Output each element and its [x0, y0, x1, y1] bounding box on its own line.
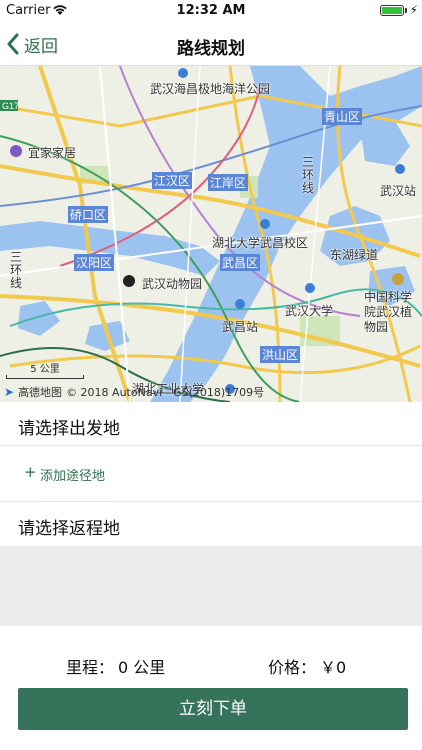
- map-logo-text: 高德地图: [18, 386, 63, 399]
- map-label-qiaokou: 硚口区: [68, 206, 109, 223]
- navigation-arrow-icon: ➤: [4, 385, 15, 399]
- map-label-hubeida: 湖北大学武昌校区: [212, 236, 309, 250]
- map-label-haiyang: 武汉海昌极地海洋公园: [150, 82, 271, 96]
- map-label-wuhanzhan: 武汉站: [380, 184, 417, 198]
- svg-text:G17: G17: [2, 101, 19, 111]
- map-label-dongtang: 东湖绿道: [330, 248, 379, 262]
- map-label-zoo: 武汉动物园: [142, 277, 203, 291]
- map-label-yijia: 宜家家居: [28, 146, 77, 160]
- return-location-placeholder: 请选择返程地: [18, 519, 120, 539]
- page-title: 路线规划: [177, 39, 245, 59]
- map-label-huanxian-west: 三环线: [10, 250, 23, 290]
- map-view[interactable]: G17 武汉海昌极地海洋公园 青山区 宜家家居 江汉区 江岸区 武汉站 硚口区 …: [0, 66, 422, 402]
- return-location-field[interactable]: 请选择返程地: [0, 502, 422, 546]
- map-label-hanyang: 汉阳区: [74, 254, 115, 271]
- mileage-label: 里程：: [66, 658, 115, 677]
- map-copyright: © 2018 AutoNavi - GS(2018)1709号: [66, 386, 265, 399]
- map-label-wuchangzhan: 武昌站: [222, 320, 259, 334]
- clock: 12:32 AM: [176, 3, 246, 18]
- place-order-button[interactable]: 立刻下单: [18, 688, 408, 730]
- map-label-huanxian-east: 三环线: [302, 155, 315, 195]
- spacer-area: [0, 546, 422, 626]
- map-label-whu: 武汉大学: [285, 304, 334, 318]
- status-bar: Carrier 12:32 AM ⚡: [0, 0, 422, 22]
- map-label-jiangan: 江岸区: [208, 174, 249, 191]
- battery-tip: [405, 8, 407, 13]
- plus-icon: +: [24, 463, 37, 481]
- add-waypoint-label: 添加途径地: [40, 469, 106, 484]
- navigation-bar: 返回 路线规划: [0, 22, 422, 66]
- map-attribution: ➤ 高德地图 © 2018 AutoNavi - GS(2018)1709号: [4, 384, 264, 400]
- scale-label: 5 公里: [30, 364, 60, 375]
- price-value: ￥0: [320, 658, 347, 677]
- price-display: 价格： ￥0: [268, 654, 346, 678]
- mileage-display: 里程： 0 公里: [66, 654, 165, 678]
- map-label-jianghan: 江汉区: [152, 172, 193, 189]
- map-scale-bar: 5 公里: [6, 360, 84, 379]
- add-waypoint-button[interactable]: + 添加途径地: [0, 446, 422, 502]
- mileage-value: 0 公里: [118, 658, 166, 677]
- map-label-wuchang: 武昌区: [220, 254, 261, 271]
- battery-icon: [380, 5, 404, 16]
- start-location-field[interactable]: 请选择出发地: [0, 402, 422, 446]
- map-label-cas: 中国科学院武汉植物园: [364, 290, 413, 334]
- start-location-placeholder: 请选择出发地: [18, 419, 120, 439]
- order-summary: 里程： 0 公里 价格： ￥0 立刻下单: [0, 626, 422, 750]
- charging-icon: ⚡: [409, 3, 418, 17]
- map-label-hongshan: 洪山区: [260, 346, 301, 363]
- price-label: 价格：: [268, 658, 317, 677]
- map-label-qingshan: 青山区: [322, 108, 363, 125]
